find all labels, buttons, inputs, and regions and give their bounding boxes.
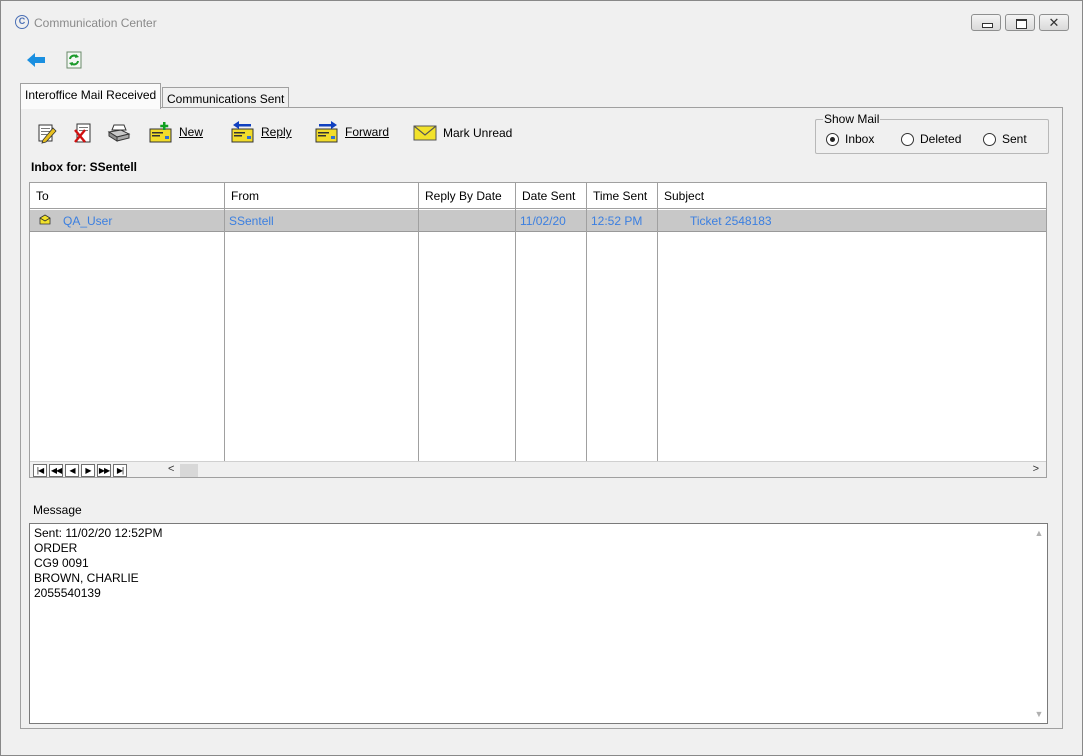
radio-inbox[interactable]: Inbox (826, 132, 874, 146)
column-header-to[interactable]: To (30, 183, 225, 209)
opened-mail-icon (39, 214, 51, 225)
prev-page-button[interactable]: ◀◀ (49, 464, 63, 477)
new-mail-button[interactable]: New (149, 121, 203, 143)
column-header-date-sent[interactable]: Date Sent (516, 183, 587, 209)
envelope-icon (413, 125, 437, 141)
message-body[interactable]: Sent: 11/02/20 12:52PM ORDER CG9 0091 BR… (29, 523, 1048, 724)
reply-button-label: Reply (261, 125, 292, 139)
next-page-button[interactable]: ▶▶ (97, 464, 111, 477)
communication-center-window: C Communication Center ✕ Interoffice Mai… (0, 0, 1083, 756)
grid-header: To From Reply By Date Date Sent Time Sen… (30, 183, 1046, 209)
cell-time-sent[interactable]: 12:52 PM (591, 214, 642, 228)
inbox-owner-label: Inbox for: SSentell (31, 160, 138, 174)
vertical-scrollbar[interactable]: ▲ ▼ (1031, 524, 1047, 723)
column-divider (586, 209, 587, 461)
radio-inbox-circle[interactable] (826, 132, 839, 146)
new-button-label: New (179, 125, 204, 139)
cell-to[interactable]: QA_User (63, 214, 112, 228)
back-arrow-icon[interactable] (27, 52, 45, 68)
column-divider (657, 209, 658, 461)
radio-sent[interactable]: Sent (983, 132, 1027, 146)
maximize-icon (1006, 15, 1034, 30)
cell-subject[interactable]: Ticket 2548183 (690, 214, 772, 228)
scroll-thumb[interactable] (180, 464, 198, 477)
delete-note-icon (74, 123, 91, 143)
tab-interoffice-mail-received[interactable]: Interoffice Mail Received (20, 83, 162, 109)
first-record-button[interactable]: |◀ (33, 464, 47, 477)
maximize-button[interactable] (1005, 14, 1035, 31)
delete-note-button[interactable] (71, 122, 95, 144)
column-divider (515, 209, 516, 461)
radio-deleted-circle[interactable] (901, 132, 914, 146)
message-line: ORDER (34, 541, 78, 555)
message-label: Message (33, 503, 82, 517)
record-navigator: |◀ ◀◀ ◀ ▶ ▶▶ ▶| (33, 464, 129, 477)
prev-record-button[interactable]: ◀ (65, 464, 79, 477)
edit-note-icon (38, 124, 57, 144)
minimize-button[interactable] (971, 14, 1001, 31)
message-line: BROWN, CHARLIE (34, 571, 139, 585)
last-record-button[interactable]: ▶| (113, 464, 127, 477)
message-line: 2055540139 (34, 586, 101, 600)
message-line: CG9 0091 (34, 556, 89, 570)
horizontal-scrollbar[interactable]: < > (164, 462, 1045, 477)
message-text: Sent: 11/02/20 12:52PM ORDER CG9 0091 BR… (34, 526, 163, 601)
refresh-icon[interactable] (66, 51, 82, 69)
scroll-up-icon[interactable]: ▲ (1034, 528, 1044, 538)
close-icon: ✕ (1048, 15, 1060, 30)
column-header-subject[interactable]: Subject (658, 183, 1046, 209)
forward-mail-icon (315, 121, 338, 143)
column-divider (418, 209, 419, 461)
mark-unread-label: Mark Unread (443, 126, 513, 140)
reply-mail-icon (231, 121, 254, 143)
app-logo-icon: C (15, 15, 29, 29)
message-line: Sent: 11/02/20 12:52PM (34, 526, 163, 540)
forward-button-label: Forward (345, 125, 390, 139)
mark-unread-button[interactable]: Mark Unread (413, 122, 512, 144)
column-header-time-sent[interactable]: Time Sent (587, 183, 658, 209)
window-title: Communication Center (34, 16, 157, 30)
radio-sent-label: Sent (1002, 132, 1027, 146)
edit-note-button[interactable] (35, 122, 59, 144)
close-button[interactable]: ✕ (1039, 14, 1069, 31)
reply-button[interactable]: Reply (231, 121, 292, 143)
radio-deleted[interactable]: Deleted (901, 132, 961, 146)
cell-date-sent[interactable]: 11/02/20 (520, 214, 566, 228)
radio-inbox-label: Inbox (845, 132, 875, 146)
new-mail-icon (149, 122, 172, 143)
column-header-reply-by-date[interactable]: Reply By Date (419, 183, 516, 209)
grid-footer: |◀ ◀◀ ◀ ▶ ▶▶ ▶| < > (30, 461, 1046, 477)
title-bar: C Communication Center ✕ (1, 1, 1082, 35)
forward-button[interactable]: Forward (315, 121, 389, 143)
column-divider (224, 209, 225, 461)
radio-sent-circle[interactable] (983, 132, 996, 146)
show-mail-legend: Show Mail (823, 112, 881, 126)
radio-deleted-label: Deleted (920, 132, 962, 146)
column-header-from[interactable]: From (225, 183, 419, 209)
print-button[interactable] (107, 122, 131, 144)
print-icon (107, 124, 131, 142)
minimize-icon (972, 15, 1000, 30)
scroll-right-icon[interactable]: > (1033, 463, 1039, 475)
scroll-left-icon[interactable]: < (168, 463, 174, 475)
scroll-down-icon[interactable]: ▼ (1034, 709, 1044, 719)
cell-from[interactable]: SSentell (229, 214, 274, 228)
next-record-button[interactable]: ▶ (81, 464, 95, 477)
mail-grid: To From Reply By Date Date Sent Time Sen… (29, 182, 1047, 478)
